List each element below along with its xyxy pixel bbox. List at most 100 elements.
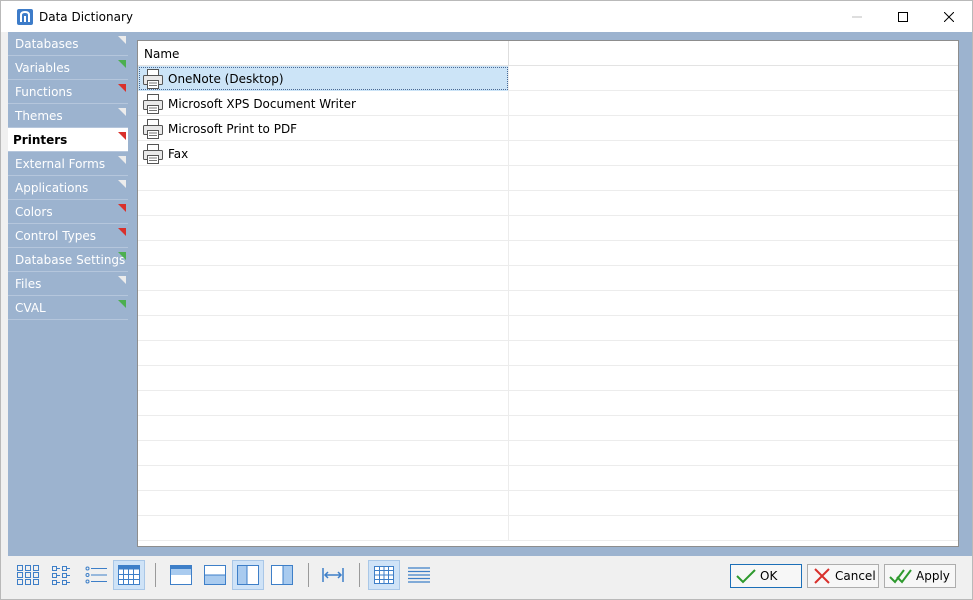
empty-table-row	[138, 466, 958, 491]
table-row[interactable]: OneNote (Desktop)	[138, 66, 958, 91]
row-lines-button[interactable]	[403, 560, 435, 590]
cell-name[interactable]: OneNote (Desktop)	[138, 66, 509, 91]
sidebar-item-label: Themes	[15, 108, 63, 123]
grid-lines-button[interactable]	[368, 560, 400, 590]
table-row[interactable]: Microsoft XPS Document Writer	[138, 91, 958, 116]
sidebar-item-label: Variables	[15, 60, 70, 75]
toolbar-separator	[155, 563, 156, 587]
large-icons-view-icon	[17, 565, 39, 585]
empty-table-row	[138, 216, 958, 241]
grid-lines-icon	[374, 566, 394, 584]
empty-cell	[138, 366, 509, 391]
cancel-button-label: Cancel	[835, 569, 876, 583]
ok-button[interactable]: OK	[730, 564, 802, 588]
fit-width-button[interactable]	[317, 560, 349, 590]
data-dictionary-window: Data Dictionary Databases Variables Functi…	[0, 0, 973, 600]
sidebar-item-label: Printers	[13, 132, 68, 147]
apply-button-label: Apply	[916, 569, 950, 583]
sidebar-item-database-settings[interactable]: Database Settings	[8, 248, 128, 272]
close-icon	[944, 11, 954, 22]
empty-cell	[138, 291, 509, 316]
empty-cell	[138, 416, 509, 441]
sidebar-item-control-types[interactable]: Control Types	[8, 224, 128, 248]
cancel-button[interactable]: Cancel	[807, 564, 879, 588]
sidebar-item-files[interactable]: Files	[8, 272, 128, 296]
sidebar-item-themes[interactable]: Themes	[8, 104, 128, 128]
table-row[interactable]: Microsoft Print to PDF	[138, 116, 958, 141]
window-controls	[834, 1, 972, 32]
empty-table-row	[138, 491, 958, 516]
sidebar-item-functions[interactable]: Functions	[8, 80, 128, 104]
panel-bottom-button[interactable]	[199, 560, 231, 590]
sidebar-item-colors[interactable]: Colors	[8, 200, 128, 224]
sidebar-item-label: External Forms	[15, 156, 106, 171]
corner-marker-icon	[118, 228, 126, 236]
printers-grid[interactable]: Name OneNote (Desktop) Microsoft XPS Docu…	[137, 40, 959, 547]
sidebar-item-printers[interactable]: Printers	[8, 128, 128, 152]
panel-top-icon	[170, 565, 192, 585]
sidebar-item-label: Database Settings	[15, 252, 126, 267]
sidebar-item-external-forms[interactable]: External Forms	[8, 152, 128, 176]
cell-name[interactable]: Microsoft Print to PDF	[138, 116, 509, 141]
small-icons-view-button[interactable]	[45, 560, 77, 590]
printer-icon	[142, 93, 164, 115]
list-view-button[interactable]	[80, 560, 112, 590]
empty-table-row	[138, 316, 958, 341]
printer-icon	[142, 68, 164, 90]
empty-cell	[138, 341, 509, 366]
sidebar-item-cval[interactable]: CVAL	[8, 296, 128, 320]
minimize-icon	[852, 16, 862, 17]
cancel-x-icon	[814, 568, 830, 584]
corner-marker-icon	[118, 204, 126, 212]
panel-left-button[interactable]	[232, 560, 264, 590]
cell-name[interactable]: Fax	[138, 141, 509, 166]
corner-marker-icon	[118, 108, 126, 116]
minimize-button[interactable]	[834, 1, 880, 32]
apply-button[interactable]: Apply	[884, 564, 956, 588]
empty-table-row	[138, 241, 958, 266]
empty-table-row	[138, 341, 958, 366]
panel-left-icon	[237, 565, 259, 585]
double-checkmark-icon	[889, 569, 912, 584]
grid-header: Name	[138, 41, 958, 66]
sidebar-item-variables[interactable]: Variables	[8, 56, 128, 80]
sidebar-item-label: Functions	[15, 84, 73, 99]
empty-table-row	[138, 391, 958, 416]
printer-icon	[142, 118, 164, 140]
panel-top-button[interactable]	[165, 560, 197, 590]
fit-width-icon	[322, 568, 344, 582]
close-button[interactable]	[926, 1, 972, 32]
list-view-icon	[85, 566, 107, 584]
toolbar-separator	[308, 563, 309, 587]
empty-cell	[138, 241, 509, 266]
empty-table-row	[138, 416, 958, 441]
toolbar-separator	[359, 563, 360, 587]
empty-cell	[138, 266, 509, 291]
panel-right-icon	[271, 565, 293, 585]
empty-table-row	[138, 191, 958, 216]
corner-marker-icon	[118, 276, 126, 284]
cell-name[interactable]: Microsoft XPS Document Writer	[138, 91, 509, 116]
column-header-name[interactable]: Name	[138, 41, 509, 66]
table-row[interactable]: Fax	[138, 141, 958, 166]
empty-cell	[138, 166, 509, 191]
empty-cell	[138, 516, 509, 541]
maximize-button[interactable]	[880, 1, 926, 32]
corner-marker-icon	[118, 300, 126, 308]
sidebar-item-applications[interactable]: Applications	[8, 176, 128, 200]
ok-button-label: OK	[760, 569, 778, 583]
corner-marker-icon	[118, 60, 126, 68]
large-icons-view-button[interactable]	[12, 560, 44, 590]
bottom-toolbar: OK Cancel Apply	[1, 556, 972, 599]
window-title: Data Dictionary	[39, 9, 134, 24]
title-bar[interactable]: Data Dictionary	[1, 1, 972, 32]
printer-name: OneNote (Desktop)	[168, 71, 284, 86]
sidebar-item-label: Databases	[15, 36, 79, 51]
panel-right-button[interactable]	[266, 560, 298, 590]
panel-bottom-icon	[204, 565, 226, 585]
sidebar-item-databases[interactable]: Databases	[8, 32, 128, 56]
empty-table-row	[138, 291, 958, 316]
corner-marker-icon	[118, 36, 126, 44]
sidebar-item-label: CVAL	[15, 300, 46, 315]
details-view-button[interactable]	[113, 560, 145, 590]
